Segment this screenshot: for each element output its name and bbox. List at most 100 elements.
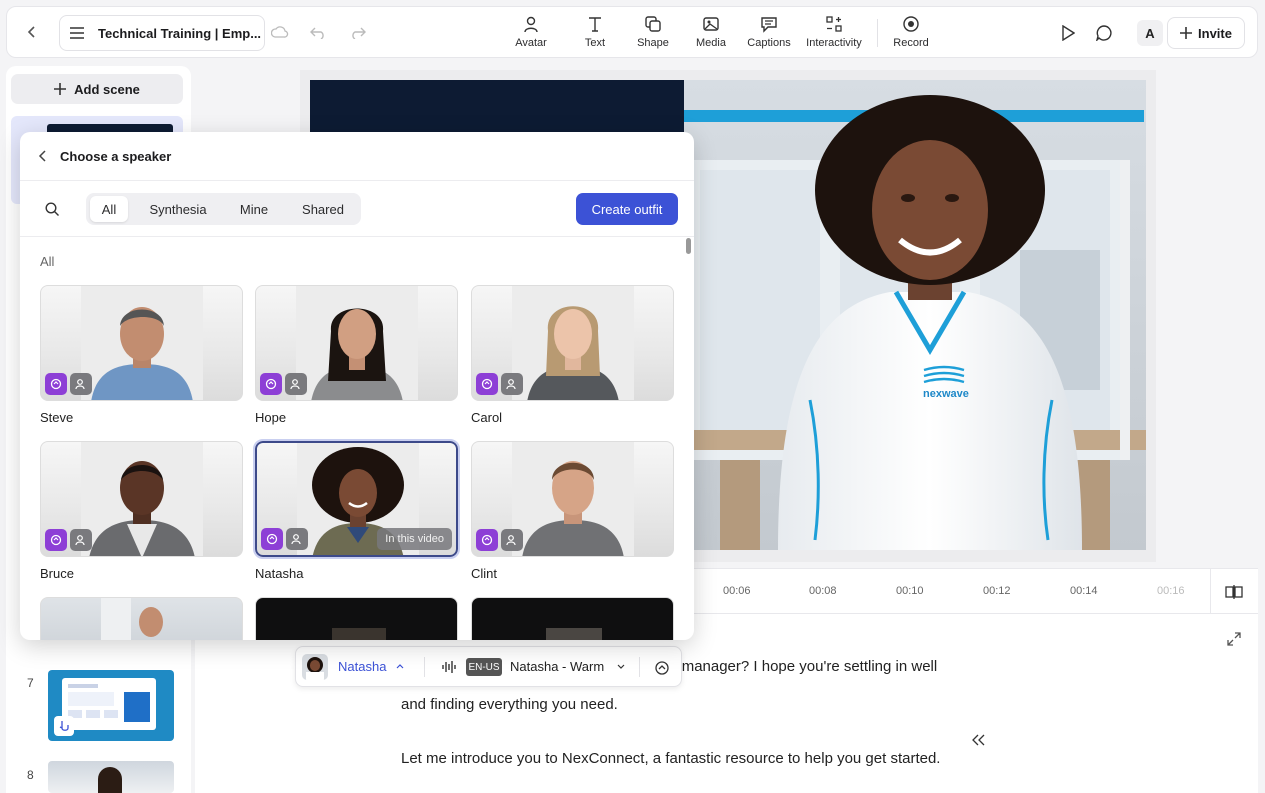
avatar-image — [471, 441, 674, 557]
divider — [424, 657, 425, 677]
tool-record[interactable]: Record — [885, 13, 937, 55]
back-chevron-icon[interactable] — [36, 149, 50, 163]
comment-icon[interactable] — [1093, 22, 1115, 44]
script-line: and finding everything you need. — [401, 696, 618, 713]
filter-tab-mine[interactable]: Mine — [228, 196, 280, 222]
speaker-avatar-thumbnail[interactable] — [302, 654, 328, 680]
gesture-badge-icon — [501, 373, 523, 395]
interactivity-icon — [826, 16, 842, 32]
tool-text-label: Text — [584, 37, 606, 49]
avatar-image — [40, 285, 243, 401]
gesture-marker-icon[interactable] — [971, 732, 987, 748]
avatar-card-hope[interactable]: Hope — [255, 285, 458, 425]
avatar-card[interactable] — [40, 597, 243, 640]
avatar-image — [40, 597, 243, 640]
avatar-card[interactable] — [471, 597, 674, 640]
tool-media[interactable]: Media — [689, 13, 733, 55]
create-outfit-button[interactable]: Create outfit — [576, 193, 678, 225]
timeline-tick: 00:06 — [723, 585, 751, 597]
timeline[interactable]: 00:06 00:08 00:10 00:12 00:14 00:16 — [693, 568, 1258, 615]
tool-captions-label: Captions — [747, 37, 791, 49]
tool-captions[interactable]: Captions — [743, 13, 795, 55]
expand-icon[interactable] — [1225, 630, 1243, 648]
tool-shape-label: Shape — [637, 37, 669, 49]
tool-text[interactable]: Text — [573, 13, 617, 55]
project-title-box[interactable]: Technical Training | Emp... — [59, 15, 265, 51]
play-icon[interactable] — [1057, 22, 1079, 44]
avatar-image-selected: In this video — [253, 439, 460, 559]
avatar-image — [471, 597, 674, 640]
sync-icon[interactable] — [269, 22, 291, 44]
ai-avatar-badge-icon — [476, 373, 498, 395]
tool-interactivity[interactable]: Interactivity — [799, 13, 869, 55]
redo-icon[interactable] — [347, 22, 369, 44]
avatar-card-steve[interactable]: Steve — [40, 285, 243, 425]
avatar-image — [255, 285, 458, 401]
search-icon[interactable] — [42, 199, 62, 219]
avatar-name: Carol — [471, 410, 503, 425]
avatar-card-bruce[interactable]: Bruce — [40, 441, 243, 581]
add-scene-label: Add scene — [74, 81, 140, 97]
tool-shape[interactable]: Shape — [631, 13, 675, 55]
gesture-badge-icon — [70, 529, 92, 551]
invite-label: Invite — [1198, 25, 1232, 41]
tool-record-label: Record — [893, 37, 929, 49]
chevron-down-icon — [617, 664, 625, 669]
script-editor[interactable]: cial media manager? I hope you're settli… — [195, 614, 1258, 793]
avatar-card-natasha[interactable]: In this video Natasha — [253, 439, 460, 581]
ai-avatar-badge-icon — [260, 373, 282, 395]
filter-tab-shared[interactable]: Shared — [288, 196, 358, 222]
timeline-tick: 00:10 — [896, 585, 924, 597]
voice-name[interactable]: Natasha - Warm — [510, 659, 604, 674]
avatar-card[interactable] — [255, 597, 458, 640]
avatar-name: Hope — [255, 410, 287, 425]
user-avatar[interactable]: A — [1137, 20, 1163, 46]
scene-thumbnail-7[interactable] — [48, 670, 174, 741]
chevron-up-icon — [396, 664, 404, 669]
avatar-icon — [524, 16, 538, 33]
split-view-icon[interactable] — [1223, 581, 1245, 603]
filter-tab-all[interactable]: All — [90, 196, 128, 222]
top-toolbar: Technical Training | Emp... Avatar Text … — [6, 6, 1258, 58]
voice-settings-icon[interactable] — [651, 657, 673, 679]
interactive-badge-icon — [54, 716, 74, 736]
timeline-tick: 00:08 — [809, 585, 837, 597]
undo-icon[interactable] — [307, 22, 329, 44]
thumbnail-content — [62, 678, 156, 730]
plus-icon — [54, 83, 67, 95]
scrollbar-thumb[interactable] — [686, 238, 691, 254]
scene-thumbnail-8[interactable] — [48, 761, 174, 793]
invite-button[interactable]: Invite — [1167, 17, 1245, 49]
back-icon[interactable] — [21, 21, 43, 43]
modal-title: Choose a speaker — [60, 148, 172, 164]
project-title: Technical Training | Emp... — [98, 25, 262, 41]
script-line: Let me introduce you to NexConnect, a fa… — [401, 750, 941, 767]
speaker-name[interactable]: Natasha — [338, 659, 386, 674]
avatar-name: Bruce — [40, 566, 74, 581]
section-label: All — [40, 254, 55, 269]
canvas-logo-text: nexwave — [923, 388, 969, 400]
record-icon — [903, 16, 919, 32]
avatar-card-clint[interactable]: Clint — [471, 441, 674, 581]
tool-media-label: Media — [696, 37, 726, 49]
timeline-tick: 00:14 — [1070, 585, 1098, 597]
filter-tab-synthesia[interactable]: Synthesia — [136, 196, 220, 222]
timeline-divider — [1210, 569, 1211, 615]
tool-avatar-label: Avatar — [515, 37, 547, 49]
avatar-image — [471, 285, 674, 401]
timeline-tick: 00:12 — [983, 585, 1011, 597]
thumbnail-avatar — [98, 767, 122, 793]
avatar-image — [255, 597, 458, 640]
timeline-tick: 00:16 — [1157, 585, 1185, 597]
in-video-badge: In this video — [377, 528, 452, 550]
add-scene-button[interactable]: Add scene — [11, 74, 183, 104]
scene-number: 8 — [27, 768, 34, 782]
captions-icon — [761, 17, 777, 33]
avatar-card-carol[interactable]: Carol — [471, 285, 674, 425]
tool-avatar[interactable]: Avatar — [509, 13, 553, 55]
ai-avatar-badge-icon — [261, 528, 283, 550]
language-badge[interactable]: EN-US — [466, 658, 502, 676]
modal-header: Choose a speaker — [20, 132, 694, 181]
media-icon — [703, 17, 719, 31]
menu-icon[interactable] — [68, 24, 86, 42]
